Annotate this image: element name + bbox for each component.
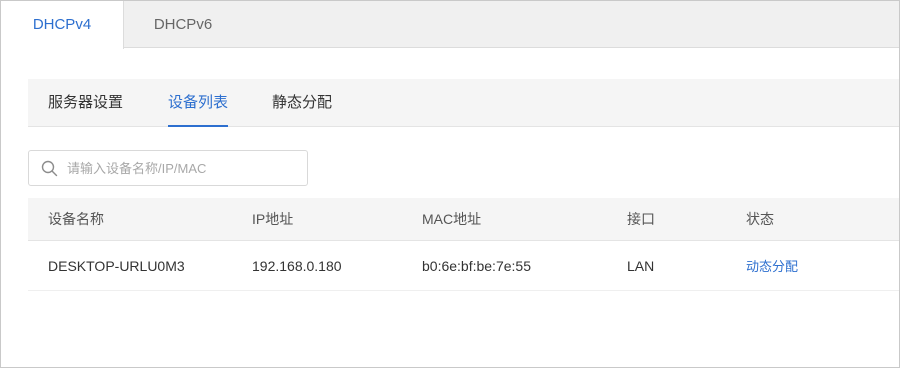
sub-tabs: 服务器设置 设备列表 静态分配 bbox=[28, 79, 899, 127]
protocol-tabs: DHCPv4 DHCPv6 bbox=[1, 1, 899, 49]
table-header: 设备名称 IP地址 MAC地址 接口 状态 bbox=[28, 198, 899, 241]
header-mac-address: MAC地址 bbox=[422, 211, 482, 227]
header-device-name: 设备名称 bbox=[48, 211, 104, 227]
tab-server-settings[interactable]: 服务器设置 bbox=[48, 79, 123, 127]
search-box[interactable] bbox=[28, 150, 308, 186]
tab-device-list[interactable]: 设备列表 bbox=[168, 79, 229, 127]
dhcp-panel: DHCPv4 DHCPv6 服务器设置 设备列表 静态分配 设备名称 IP地址 … bbox=[0, 0, 900, 368]
search-icon bbox=[41, 160, 58, 177]
cell-mac-address: b0:6e:bf:be:7e:55 bbox=[422, 257, 531, 274]
cell-interface: LAN bbox=[627, 257, 655, 274]
cell-ip-address: 192.168.0.180 bbox=[252, 257, 342, 274]
cell-status: 动态分配 bbox=[746, 241, 798, 290]
header-ip-address: IP地址 bbox=[252, 211, 294, 227]
cell-device-name: DESKTOP-URLU0M3 bbox=[48, 257, 185, 274]
tab-static-allocation[interactable]: 静态分配 bbox=[272, 79, 332, 127]
header-status: 状态 bbox=[746, 211, 774, 227]
device-table: 设备名称 IP地址 MAC地址 接口 状态 DESKTOP-URLU0M3 19… bbox=[28, 198, 899, 291]
tab-dhcpv4[interactable]: DHCPv4 bbox=[1, 1, 124, 49]
header-interface: 接口 bbox=[627, 211, 655, 227]
status-link[interactable]: 动态分配 bbox=[746, 256, 798, 275]
table-row: DESKTOP-URLU0M3 192.168.0.180 b0:6e:bf:b… bbox=[28, 241, 899, 291]
tab-device-list-label: 设备列表 bbox=[168, 94, 229, 111]
search-input[interactable] bbox=[67, 151, 303, 185]
tab-dhcpv6[interactable]: DHCPv6 bbox=[124, 1, 242, 49]
active-tab-indicator bbox=[168, 125, 229, 127]
